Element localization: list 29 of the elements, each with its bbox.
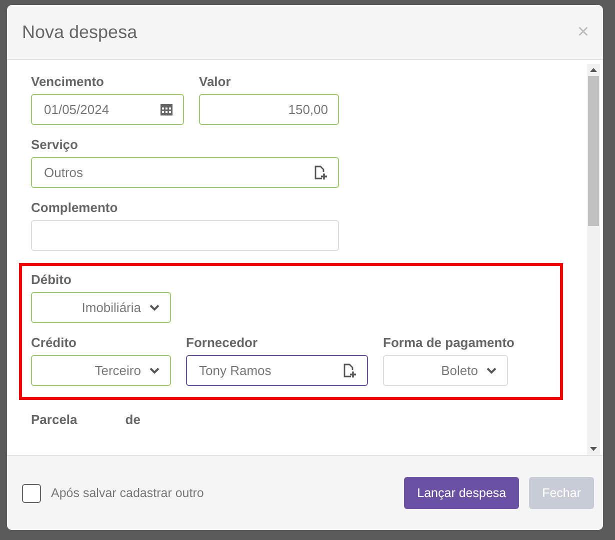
- select-field[interactable]: Imobiliária: [31, 292, 171, 323]
- field-label: Forma de pagamento: [383, 335, 514, 350]
- input-field[interactable]: Tony Ramos: [186, 355, 368, 386]
- chevron-down-icon[interactable]: [149, 304, 160, 312]
- select-field[interactable]: Boleto: [383, 355, 508, 386]
- dialog-title: Nova despesa: [22, 22, 138, 42]
- scrollbar[interactable]: [587, 64, 600, 455]
- field-label: Complemento: [31, 200, 119, 215]
- submit-button[interactable]: Lançar despesa: [404, 477, 520, 509]
- input-field[interactable]: 01/05/2024: [31, 94, 184, 125]
- field-label: Parcela: [31, 412, 78, 424]
- chevron-down-icon[interactable]: [486, 366, 497, 374]
- input-field[interactable]: [31, 220, 339, 251]
- field-label: Débito: [31, 272, 72, 287]
- add-file-icon[interactable]: [313, 165, 328, 180]
- field-label: de: [125, 412, 140, 424]
- field-label: Vencimento: [31, 74, 105, 89]
- calendar-icon[interactable]: [160, 103, 173, 116]
- field-label: Serviço: [31, 137, 79, 152]
- checkbox-label: Após salvar cadastrar outro: [51, 486, 205, 500]
- input-field[interactable]: Outros: [31, 157, 339, 188]
- select-field[interactable]: Terceiro: [31, 355, 171, 386]
- field-label: Valor: [199, 74, 232, 89]
- field-label: Fornecedor: [186, 335, 259, 350]
- checkbox[interactable]: [22, 484, 41, 502]
- field-label: Crédito: [31, 335, 78, 350]
- add-file-icon[interactable]: [342, 363, 357, 378]
- input-field[interactable]: 150,00: [199, 94, 339, 125]
- chevron-down-icon[interactable]: [149, 366, 160, 374]
